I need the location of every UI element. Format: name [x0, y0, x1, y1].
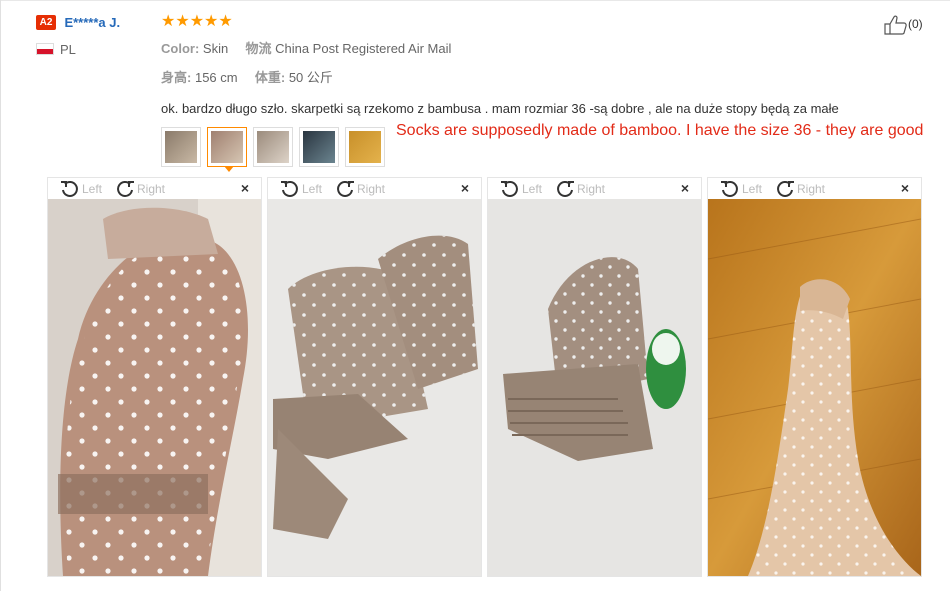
socks-and-bottle-photo: [488, 199, 701, 576]
star-icon: ★: [218, 13, 233, 30]
weight-label: 体重:: [254, 70, 286, 85]
rotate-left-button[interactable]: Left: [720, 180, 762, 198]
rotate-right-icon: [777, 181, 794, 197]
folded-socks-photo: [268, 199, 481, 576]
rotate-left-icon: [721, 181, 738, 197]
country-code: PL: [60, 42, 76, 57]
thumbnail-3[interactable]: [253, 127, 293, 167]
viewer-toolbar: Left Right ×: [708, 178, 921, 199]
poland-flag-icon: [36, 42, 54, 55]
close-icon[interactable]: ×: [681, 180, 689, 196]
rotate-right-icon: [337, 181, 354, 197]
reviewer-name[interactable]: E*****a J.: [64, 15, 120, 30]
rotate-right-label: Right: [797, 182, 826, 196]
star-icon: ★: [189, 13, 205, 30]
rotate-left-label: Left: [82, 182, 103, 196]
shipping-label: 物流: [245, 41, 272, 56]
translated-comment: Socks are supposedly made of bamboo. I h…: [396, 122, 924, 139]
rotate-right-button[interactable]: Right: [775, 180, 825, 198]
close-icon[interactable]: ×: [241, 180, 249, 196]
thumbnail-2[interactable]: [207, 127, 247, 167]
rotate-left-button[interactable]: Left: [60, 180, 102, 198]
reviewer-info: A2 E*****a J.: [36, 14, 120, 32]
order-meta: Color: Skin 物流 China Post Registered Air…: [161, 38, 451, 57]
thumbnail-1[interactable]: [161, 127, 201, 167]
rotate-left-icon: [61, 181, 78, 197]
color-label: Color:: [161, 41, 200, 56]
photo-viewer-2: Left Right ×: [267, 177, 482, 577]
hand-in-sock-photo: [48, 199, 261, 576]
viewer-toolbar: Left Right ×: [488, 178, 701, 199]
reviewer-country: PL: [36, 42, 76, 57]
rotate-left-label: Left: [522, 182, 543, 196]
thumbs-up-icon: [884, 15, 907, 35]
level-badge: A2: [36, 15, 56, 31]
rotate-right-label: Right: [137, 182, 166, 196]
foot-in-sock-photo: [708, 199, 921, 576]
rotate-right-icon: [557, 181, 574, 197]
height-label: 身高:: [161, 70, 192, 85]
rotate-left-icon: [501, 181, 518, 197]
shipping-value: China Post Registered Air Mail: [275, 41, 452, 56]
photo-viewer-3: Left Right ×: [487, 177, 702, 577]
star-icon: ★: [204, 13, 219, 30]
helpful-count: (0): [908, 17, 923, 32]
rotate-left-icon: [281, 181, 298, 197]
star-rating: ★★★★★: [161, 13, 233, 31]
rotate-right-label: Right: [357, 182, 386, 196]
rotate-right-button[interactable]: Right: [335, 180, 385, 198]
rotate-left-label: Left: [742, 182, 763, 196]
review-comment: ok. bardzo długo szło. skarpetki są rzek…: [161, 101, 839, 116]
photo-viewer-4: Left Right ×: [707, 177, 922, 577]
thumbnail-strip: [161, 127, 385, 167]
thumbnail-4[interactable]: [299, 127, 339, 167]
body-meta: 身高: 156 cm 体重: 50 公斤: [161, 67, 333, 86]
viewer-toolbar: Left Right ×: [268, 178, 481, 199]
rotate-right-icon: [117, 181, 134, 197]
active-thumb-caret: [224, 166, 234, 172]
weight-value: 50 公斤: [288, 70, 333, 85]
rotate-right-button[interactable]: Right: [115, 180, 165, 198]
height-value: 156 cm: [194, 70, 238, 85]
rotate-left-button[interactable]: Left: [500, 180, 542, 198]
left-divider: [0, 0, 1, 591]
rotate-left-label: Left: [302, 182, 323, 196]
photo-viewer-1: Left Right ×: [47, 177, 262, 577]
thumbnail-5[interactable]: [345, 127, 385, 167]
rotate-right-button[interactable]: Right: [555, 180, 605, 198]
star-icon: ★: [175, 13, 190, 30]
top-divider: [0, 0, 950, 1]
viewer-toolbar: Left Right ×: [48, 178, 261, 199]
color-value: Skin: [202, 41, 229, 56]
close-icon[interactable]: ×: [461, 180, 469, 196]
rotate-right-label: Right: [577, 182, 606, 196]
close-icon[interactable]: ×: [901, 180, 909, 196]
rotate-left-button[interactable]: Left: [280, 180, 322, 198]
helpful-button[interactable]: (0): [884, 15, 923, 35]
star-icon: ★: [161, 13, 176, 30]
